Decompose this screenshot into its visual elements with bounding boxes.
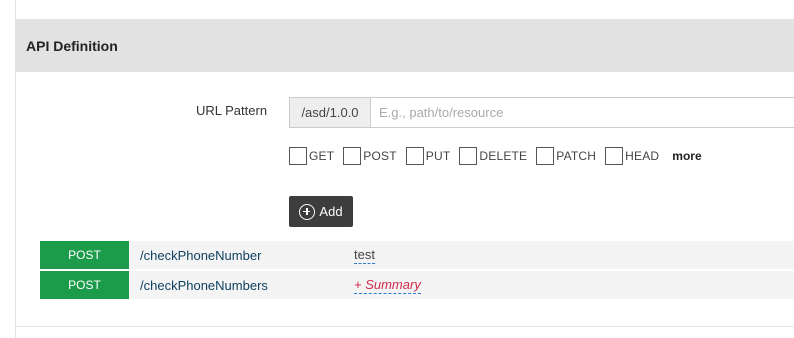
method-label: POST [363, 149, 397, 163]
http-methods: GET POST PUT DELETE PATCH HEAD more [289, 147, 702, 165]
panel-heading: API Definition [16, 19, 794, 72]
verb-badge[interactable]: POST [40, 271, 129, 299]
more-methods-link[interactable]: more [672, 149, 701, 163]
method-put[interactable]: PUT [405, 147, 451, 165]
plus-circle-icon [299, 203, 316, 220]
method-label: HEAD [625, 149, 660, 163]
method-get[interactable]: GET [289, 147, 334, 165]
url-prefix: /asd/1.0.0 [290, 98, 371, 127]
resource-row[interactable]: POST /checkPhoneNumber test [40, 241, 794, 269]
url-pattern-label: URL Pattern [196, 103, 268, 118]
resource-summary-placeholder[interactable]: + Summary [354, 277, 421, 294]
divider [16, 326, 794, 327]
delete-checkbox[interactable] [459, 147, 478, 165]
add-button-label: Add [319, 204, 343, 219]
head-checkbox[interactable] [605, 147, 624, 165]
method-label: DELETE [479, 149, 528, 163]
method-label: GET [309, 149, 335, 163]
resource-path[interactable]: /checkPhoneNumber [140, 248, 354, 263]
method-delete[interactable]: DELETE [459, 147, 527, 165]
method-patch[interactable]: PATCH [536, 147, 596, 165]
api-definition-panel: API Definition URL Pattern /asd/1.0.0 GE… [15, 0, 794, 338]
method-label: PATCH [556, 149, 597, 163]
patch-checkbox[interactable] [536, 147, 555, 165]
resource-summary[interactable]: test [354, 247, 375, 264]
method-head[interactable]: HEAD [605, 147, 659, 165]
resource-row[interactable]: POST /checkPhoneNumbers + Summary [40, 271, 794, 299]
get-checkbox[interactable] [289, 147, 307, 165]
url-pattern-input[interactable] [371, 98, 794, 127]
method-label: PUT [425, 149, 451, 163]
post-checkbox[interactable] [343, 147, 362, 165]
resource-path[interactable]: /checkPhoneNumbers [140, 278, 354, 293]
verb-badge[interactable]: POST [40, 241, 129, 269]
url-pattern-group: /asd/1.0.0 [289, 97, 794, 128]
add-resource-button[interactable]: Add [289, 196, 353, 227]
put-checkbox[interactable] [405, 147, 424, 165]
method-post[interactable]: POST [343, 147, 397, 165]
section-title: API Definition [26, 37, 118, 54]
